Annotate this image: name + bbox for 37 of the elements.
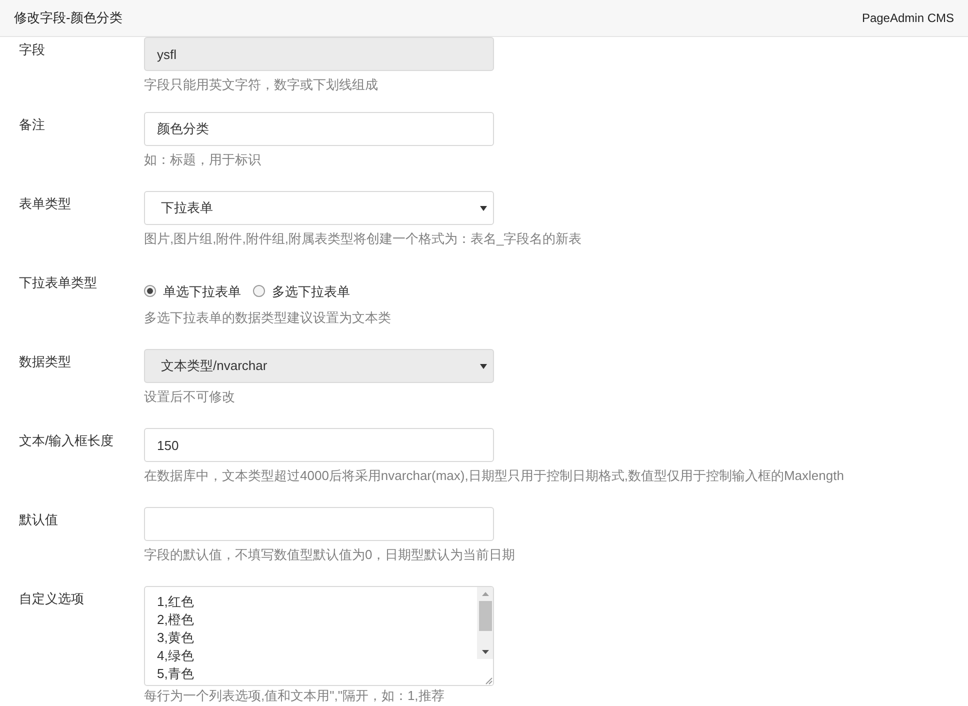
radio-button[interactable] [253, 285, 265, 298]
field-label: 备注 [18, 116, 46, 134]
textarea-field[interactable]: 1,红色 2,橙色 3,黄色 4,绿色 5,青色 [144, 586, 494, 686]
hint-text: 图片,图片组,附件,附件组,附属表类型将创建一个格式为：表名_字段名的新表 [144, 230, 582, 248]
hint-text: 字段只能用英文字符，数字或下划线组成 [144, 76, 378, 94]
resize-grip-icon[interactable] [485, 677, 493, 685]
text-field[interactable]: 颜色分类 [144, 112, 494, 146]
dropdown-caret-icon [480, 364, 487, 368]
radio-option[interactable]: 多选下拉表单 [253, 282, 350, 301]
hint-text: 在数据库中，文本类型超过4000后将采用nvarchar(max),日期型只用于控制日期格式,数值型仅用于控制输入框的Maxlength [144, 467, 844, 485]
field-label: 表单类型 [18, 195, 72, 213]
text-field[interactable]: 150 [144, 428, 494, 462]
scrollbar[interactable] [477, 587, 493, 685]
field-label: 自定义选项 [18, 590, 85, 608]
select-field[interactable]: 下拉表单 [144, 191, 494, 225]
field-label: 默认值 [18, 511, 59, 529]
field-label: 下拉表单类型 [18, 274, 98, 292]
field-label: 文本/输入框长度 [18, 432, 115, 450]
option-line: 2,橙色 [157, 611, 195, 629]
hint-text: 多选下拉表单的数据类型建议设置为文本类 [144, 309, 391, 327]
radio-option[interactable]: 单选下拉表单 [144, 282, 241, 301]
hint-text: 每行为一个列表选项,值和文本用","隔开，如：1,推荐 [144, 687, 444, 704]
hint-text: 字段的默认值，不填写数值型默认值为0，日期型默认为当前日期 [144, 546, 516, 564]
brand-label: PageAdmin CMS [862, 10, 954, 27]
scroll-thumb[interactable] [478, 601, 492, 631]
field-label: 数据类型 [18, 353, 72, 371]
option-line: 3,黄色 [157, 629, 195, 647]
radio-button[interactable] [144, 285, 156, 298]
page-title: 修改字段-颜色分类 [14, 9, 122, 28]
option-line: 5,青色 [157, 665, 195, 683]
field-label: 字段 [18, 41, 46, 59]
hint-text: 如：标题，用于标识 [144, 151, 261, 169]
option-line: 4,绿色 [157, 647, 195, 665]
option-line: 1,红色 [157, 593, 195, 611]
hint-text: 设置后不可修改 [144, 388, 235, 406]
dropdown-caret-icon [480, 206, 487, 210]
text-field[interactable] [144, 507, 494, 541]
